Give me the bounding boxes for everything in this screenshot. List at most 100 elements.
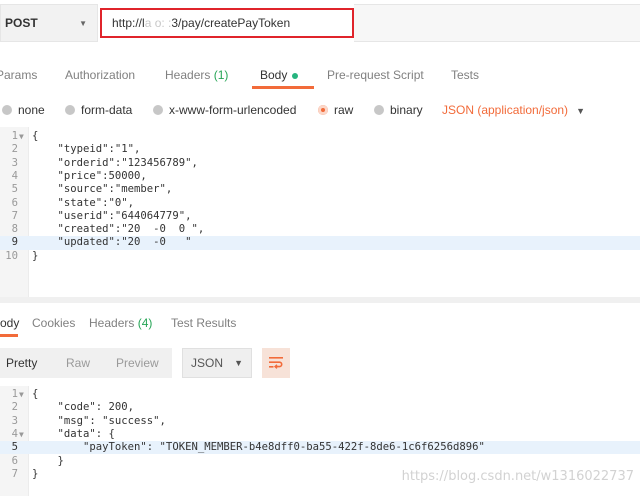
line-number: 2 <box>11 143 18 156</box>
code-text: } <box>32 467 39 480</box>
tab-cookies[interactable]: Cookies <box>32 316 75 330</box>
watermark: https://blog.csdn.net/w1316022737 <box>401 469 634 484</box>
view-mode-group: Pretty Raw Preview <box>0 348 172 378</box>
code-text: "msg": "success", <box>32 414 166 427</box>
tab-body[interactable]: Body <box>260 68 299 82</box>
code-text: "code": 200, <box>32 401 135 414</box>
line-number: 5 <box>11 183 18 196</box>
chevron-down-icon: ▼ <box>234 358 243 368</box>
code-text: "created":"20 -0 0 ", <box>32 223 205 236</box>
url-suffix: 3/pay/createPayToken <box>171 16 291 30</box>
raw-button[interactable]: Raw <box>66 356 90 370</box>
line-number: 6 <box>11 454 18 467</box>
line-number: 7 <box>11 209 18 222</box>
radio-binary[interactable]: binary <box>374 103 423 117</box>
active-response-tab-indicator <box>0 334 18 337</box>
format-select[interactable]: JSON ▼ <box>182 348 252 378</box>
tab-headers[interactable]: Headers (1) <box>165 68 228 82</box>
code-line: 4 ▼ "data": { <box>0 428 640 441</box>
tab-authorization[interactable]: Authorization <box>65 68 135 82</box>
radio-icon <box>65 105 75 115</box>
url-blurred-part: a o: : <box>144 16 172 30</box>
code-text: "price":50000, <box>32 169 147 182</box>
wrap-lines-button[interactable] <box>262 348 290 378</box>
line-number: 4 <box>11 427 18 440</box>
code-line: 8 "created":"20 -0 0 ", <box>0 223 640 236</box>
code-text: "payToken": "TOKEN_MEMBER-b4e8dff0-ba55-… <box>32 441 485 454</box>
tab-response-body[interactable]: Body <box>0 316 19 330</box>
code-text: } <box>32 454 64 467</box>
content-type-select[interactable]: JSON (application/json) ▼ <box>442 103 585 117</box>
radio-icon <box>153 105 163 115</box>
radio-binary-label: binary <box>390 103 423 117</box>
preview-button[interactable]: Preview <box>116 356 159 370</box>
tab-params[interactable]: Params <box>0 68 37 82</box>
code-line: 2 "typeid":"1", <box>0 143 640 156</box>
method-select[interactable]: POST ▼ <box>0 4 98 42</box>
line-number: 4 <box>11 169 18 182</box>
line-number: 6 <box>11 196 18 209</box>
code-line: 7 "userid":"644064779", <box>0 210 640 223</box>
pretty-button[interactable]: Pretty <box>6 356 37 370</box>
radio-raw[interactable]: raw <box>318 103 353 117</box>
tab-response-headers[interactable]: Headers (4) <box>89 316 152 330</box>
code-text: "typeid":"1", <box>32 143 141 156</box>
radio-none[interactable]: none <box>2 103 45 117</box>
fold-toggle-icon[interactable]: ▼ <box>19 130 24 143</box>
url-prefix: http://l <box>112 16 145 30</box>
line-number: 8 <box>11 223 18 236</box>
code-line: 4 "price":50000, <box>0 170 640 183</box>
code-line: 3 "msg": "success", <box>0 415 640 428</box>
radio-none-label: none <box>18 103 45 117</box>
code-text: "userid":"644064779", <box>32 209 192 222</box>
radio-raw-label: raw <box>334 103 354 117</box>
code-line: 9 "updated":"20 -0 " <box>0 236 640 250</box>
code-text: "orderid":"123456789", <box>32 156 198 169</box>
radio-urlencoded-label: x-www-form-urlencoded <box>169 103 297 117</box>
tab-test-results[interactable]: Test Results <box>171 316 236 330</box>
pane-divider[interactable] <box>0 297 640 303</box>
code-line: 10} <box>0 250 640 263</box>
line-number: 3 <box>11 156 18 169</box>
tab-tests[interactable]: Tests <box>451 68 479 82</box>
tab-response-headers-count: (4) <box>137 316 153 330</box>
code-text: "data": { <box>32 427 115 440</box>
code-line: 3 "orderid":"123456789", <box>0 157 640 170</box>
fold-toggle-icon[interactable]: ▼ <box>19 388 24 401</box>
tab-pre-request-script[interactable]: Pre-request Script <box>327 68 424 82</box>
url-input[interactable]: http://l a o: : 3/pay/createPayToken <box>100 8 354 38</box>
url-bar-extension <box>354 4 640 42</box>
request-body-editor[interactable]: 1 ▼{2 "typeid":"1", 3 "orderid":"123456789… <box>0 127 640 297</box>
code-line: 2 "code": 200, <box>0 401 640 414</box>
tab-body-label: Body <box>260 68 288 82</box>
line-number: 9 <box>11 236 18 249</box>
code-text: { <box>32 130 39 142</box>
line-number: 10 <box>5 249 18 262</box>
format-label: JSON <box>191 356 224 370</box>
fold-toggle-icon[interactable]: ▼ <box>19 428 24 441</box>
radio-selected-icon <box>318 105 328 115</box>
line-number: 1 <box>11 388 18 400</box>
code-line: 1 ▼ { <box>0 130 640 143</box>
code-line: 6 } <box>0 455 640 468</box>
radio-form-data-label: form-data <box>81 103 133 117</box>
chevron-down-icon: ▼ <box>576 106 585 116</box>
radio-icon <box>2 105 12 115</box>
code-text: "updated":"20 -0 " <box>32 236 192 249</box>
line-number: 2 <box>11 401 18 414</box>
radio-icon <box>374 105 384 115</box>
wrap-lines-icon <box>269 357 283 369</box>
radio-form-data[interactable]: form-data <box>65 103 132 117</box>
radio-urlencoded[interactable]: x-www-form-urlencoded <box>153 103 296 117</box>
tab-headers-label: Headers <box>165 68 211 82</box>
code-line: 5 "payToken": "TOKEN_MEMBER-b4e8dff0-ba5… <box>0 441 640 455</box>
chevron-down-icon: ▼ <box>79 18 87 28</box>
code-line: 5 "source":"member", <box>0 183 640 196</box>
tab-response-headers-label: Headers <box>89 316 135 330</box>
code-text: { <box>32 388 39 400</box>
method-label: POST <box>5 16 38 30</box>
line-number: 3 <box>11 414 18 427</box>
line-number: 7 <box>11 467 18 480</box>
code-line: 1 ▼ { <box>0 388 640 401</box>
status-dot-icon <box>292 72 299 79</box>
